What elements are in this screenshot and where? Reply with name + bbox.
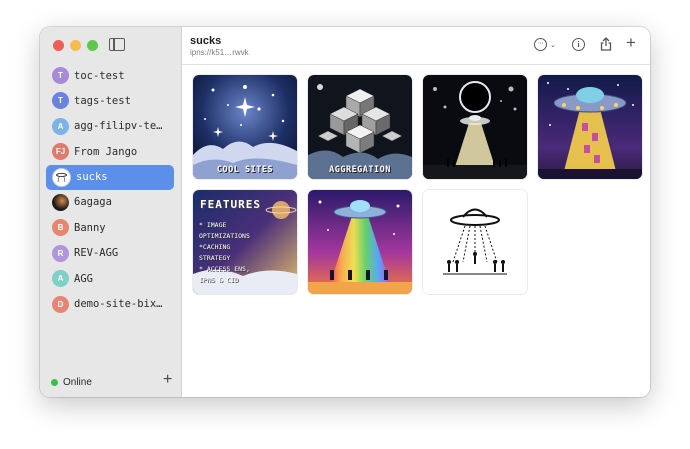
feature-line: OPTIMIZATIONS [199, 232, 250, 240]
site-item[interactable]: Ddemo-site-bix… [46, 292, 174, 317]
site-label: Banny [74, 221, 106, 234]
aggregation-tile[interactable]: AGGREGATION [308, 75, 412, 179]
app-window: Ttoc-test Ttags-test Aagg-filipv-te… FJ From… [40, 27, 650, 397]
online-status-label: Online [63, 377, 92, 388]
feature-line: STRATEGY [199, 254, 231, 262]
site-item[interactable]: R REV-AGG [46, 241, 174, 266]
sidebar-toggle-icon[interactable] [109, 38, 125, 51]
online-status-dot [51, 379, 58, 386]
line-art-ufo-tile[interactable] [423, 190, 527, 294]
site-label: demo-site-bix… [74, 298, 163, 311]
site-address: ipns://k51…rwvk [190, 48, 249, 57]
site-label: From Jango [74, 145, 138, 158]
site-label: REV-AGG [74, 247, 119, 260]
site-item[interactable]: 6agaga [46, 190, 174, 215]
site-item[interactable]: B Banny [46, 215, 174, 240]
add-icon[interactable]: + [626, 34, 636, 51]
window-controls [53, 40, 98, 51]
site-label: toc-test [74, 69, 125, 82]
site-list: Ttoc-test Ttags-test Aagg-filipv-te… FJ From… [46, 63, 174, 317]
info-icon[interactable]: i [572, 38, 585, 51]
site-item[interactable]: sucks [46, 164, 174, 190]
site-avatar: T [52, 67, 69, 84]
tile-heading: FEATURES [200, 198, 261, 211]
site-avatar: T [52, 92, 69, 110]
feature-list: * IMAGE OPTIMIZATIONS *CACHING STRATEGY … [199, 220, 250, 286]
site-item[interactable]: Ttoc-test [46, 63, 174, 88]
site-item[interactable]: FJ From Jango [46, 139, 174, 164]
feature-line: *CACHING [199, 243, 231, 251]
toolbar: sucks ipns://k51…rwvk ··· ⌄ i + [182, 27, 650, 65]
site-item[interactable]: Ttags-test [46, 88, 174, 113]
sidebar: Ttoc-test Ttags-test Aagg-filipv-te… FJ From… [40, 27, 182, 397]
site-avatar [52, 193, 69, 211]
zoom-button[interactable] [87, 40, 98, 51]
more-options-button[interactable]: ··· ⌄ [534, 38, 556, 51]
site-label: tags-test [74, 94, 131, 107]
site-avatar [52, 167, 71, 187]
feature-line: * IMAGE [199, 221, 227, 229]
site-label: 6agaga [74, 196, 112, 209]
chevron-down-icon: ⌄ [550, 41, 556, 49]
rainbow-ufo-tile[interactable] [308, 190, 412, 294]
feature-line: * ACCESS ENS, [199, 265, 250, 273]
cool-sites-tile[interactable]: COOL SITES [193, 75, 297, 179]
site-item[interactable]: Aagg-filipv-te… [46, 114, 174, 139]
main-content: sucks ipns://k51…rwvk ··· ⌄ i + COOL SIT… [182, 27, 650, 397]
minimize-button[interactable] [70, 40, 81, 51]
eclipse-ufo-tile[interactable] [423, 75, 527, 179]
site-title: sucks [190, 35, 222, 47]
feature-line: IPNS & CID [199, 276, 239, 284]
site-label: agg-filipv-te… [74, 120, 163, 133]
tile-caption: COOL SITES [216, 165, 274, 175]
site-label: AGG [74, 272, 93, 285]
close-button[interactable] [53, 40, 64, 51]
site-avatar: R [52, 244, 69, 262]
site-avatar: A [52, 270, 69, 288]
site-avatar: FJ [52, 143, 69, 161]
sidebar-footer: Online + [40, 367, 181, 397]
site-avatar: B [52, 219, 69, 237]
site-item[interactable]: A AGG [46, 266, 174, 291]
site-label: sucks [76, 171, 108, 184]
features-tile[interactable]: FEATURES * IMAGE OPTIMIZATIONS *CACHING … [193, 190, 297, 294]
add-site-button[interactable]: + [163, 372, 172, 388]
site-avatar: A [52, 117, 69, 135]
site-avatar: D [52, 295, 69, 313]
share-icon[interactable] [600, 37, 612, 56]
ellipsis-icon: ··· [534, 38, 547, 51]
ufo-abduction-tile[interactable] [538, 75, 642, 179]
tile-caption: AGGREGATION [329, 165, 391, 175]
